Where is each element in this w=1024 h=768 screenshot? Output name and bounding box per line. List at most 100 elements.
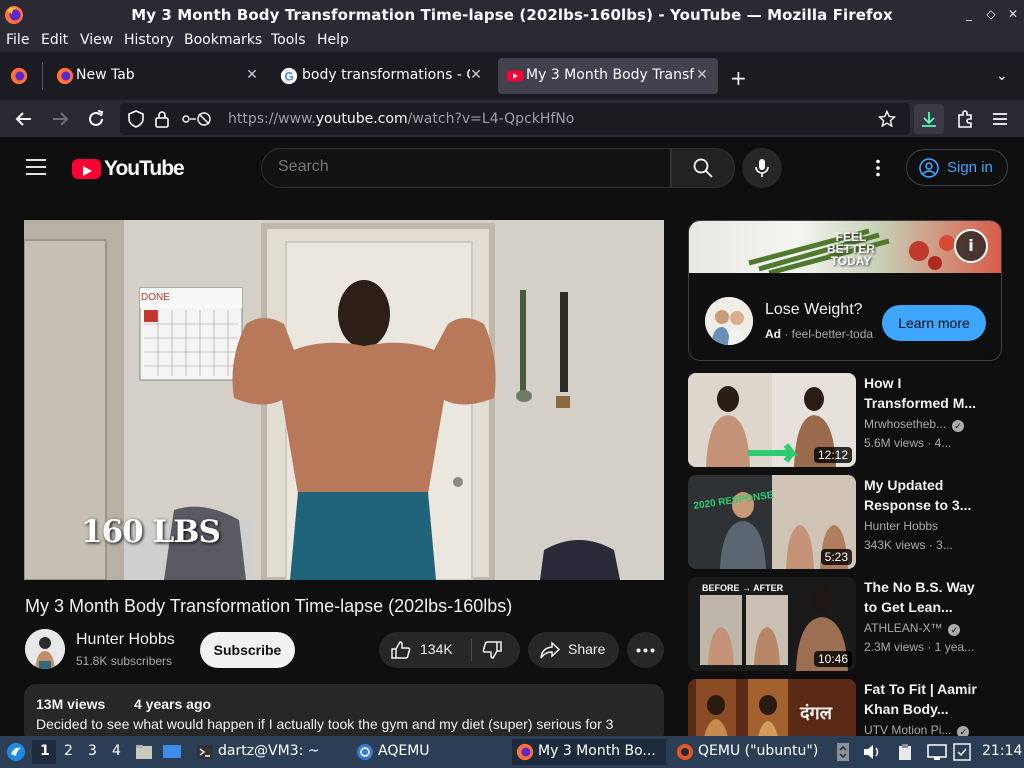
related-title[interactable]: My Updated Response to 3... [864,475,984,515]
related-channel[interactable]: Mrwhosetheb... ✓ [864,417,965,432]
ad-title[interactable]: Lose Weight? [765,301,863,319]
tab-label: New Tab [76,67,135,83]
learn-more-button[interactable]: Learn more [882,305,986,341]
description-text: Decided to see what would happen if I ac… [36,716,614,732]
extensions-puzzle-icon[interactable] [954,108,976,130]
task-terminal[interactable]: dartz@VM3: ~ [192,739,346,765]
navigation-bar: https://www.youtube.com/watch?v=L4-QpckH… [0,100,1024,138]
channel-name[interactable]: Hunter Hobbs [76,631,175,649]
related-video[interactable]: 2020 RESPONSE 5:23 My Updated Response to… [688,475,1008,569]
bookmark-star-icon[interactable] [878,110,896,128]
more-options-vertical-icon[interactable] [874,159,882,177]
firefox-view-icon[interactable] [10,67,28,85]
qemu-icon [677,744,693,760]
menu-view[interactable]: View [80,32,113,48]
view-count: 13M views [36,696,106,712]
related-channel-name: Mrwhosetheb... [864,417,947,431]
related-thumbnail[interactable]: BEFORE → AFTER 10:46 [688,577,856,671]
related-title[interactable]: How I Transformed M... [864,373,984,413]
microphone-icon [755,159,769,177]
search-input[interactable] [278,158,658,176]
related-video[interactable]: BEFORE → AFTER 10:46 The No B.S. Way to G… [688,577,1008,671]
ad-card[interactable]: FEEL BETTER TODAY i Lose Weight? Ad · fe… [688,220,1002,361]
subscribe-button[interactable]: Subscribe [200,632,295,668]
description-box[interactable]: 13M views 4 years ago Decided to see wha… [24,684,664,744]
search-box[interactable] [261,148,671,188]
subscriber-count: 51.8K subscribers [76,654,173,668]
related-title-line-2: Transformed M... [864,395,977,411]
voice-search-button[interactable] [742,148,782,188]
task-aqemu[interactable]: AQEMU [352,739,506,765]
search-button[interactable] [671,148,735,188]
network-icon[interactable] [926,743,948,761]
sign-in-button[interactable]: Sign in [906,149,1008,186]
related-channel[interactable]: Hunter Hobbs [864,519,938,533]
permissions-icon[interactable] [182,111,212,127]
ad-info-icon[interactable]: i [954,229,988,263]
close-tab-icon[interactable]: ✕ [468,67,484,83]
forward-arrow-icon[interactable] [49,108,71,130]
desktop-icon[interactable] [162,742,182,762]
menu-bar: File Edit View History Bookmarks Tools H… [0,30,1024,52]
video-duration: 5:23 [820,549,852,565]
url-bar[interactable]: https://www.youtube.com/watch?v=L4-QpckH… [120,103,910,135]
task-qemu[interactable]: QEMU ("ubuntu") [672,739,828,765]
close-window-button[interactable]: ✕ [1004,5,1022,23]
dislike-button[interactable] [472,632,520,668]
minimize-button[interactable]: _ [960,5,978,23]
like-button[interactable]: 134K [379,632,471,668]
shield-icon[interactable] [127,110,145,128]
tab-label: My 3 Month Body Transformation [526,67,694,83]
file-manager-icon[interactable] [134,742,154,762]
related-title[interactable]: The No B.S. Way to Get Lean... [864,577,984,617]
notification-icon[interactable] [952,742,972,762]
task-label: dartz@VM3: ~ [218,743,320,759]
like-dislike-group: 134K [379,632,520,668]
new-tab-plus-icon[interactable]: + [730,66,747,90]
close-tab-icon[interactable]: ✕ [244,67,260,83]
tab-youtube-video[interactable]: My 3 Month Body Transformation ✕ [498,58,718,94]
menu-help[interactable]: Help [317,32,349,48]
tab-label: body transformations - Google [302,67,470,83]
ad-banner-line-3: TODAY [830,254,872,268]
workspace-3[interactable]: 3 [88,743,97,759]
workspace-2[interactable]: 2 [64,743,73,759]
maximize-button[interactable]: ◇ [982,5,1000,23]
downloads-button[interactable] [914,104,944,134]
menu-file[interactable]: File [6,32,29,48]
more-actions-button[interactable] [627,632,664,668]
related-thumbnail[interactable]: 2020 RESPONSE 5:23 [688,475,856,569]
lock-icon[interactable] [154,110,170,128]
menu-tools[interactable]: Tools [271,32,306,48]
related-thumbnail[interactable]: 12:12 [688,373,856,467]
workspace-4[interactable]: 4 [112,743,121,759]
volume-icon[interactable] [862,743,882,761]
menu-bookmarks[interactable]: Bookmarks [184,32,262,48]
guide-menu-icon[interactable] [26,158,46,176]
svg-text:G: G [284,71,293,84]
hamburger-menu-icon[interactable] [989,108,1011,130]
task-firefox[interactable]: My 3 Month Bo... [512,739,666,765]
workspace-1[interactable]: 1 [40,743,50,759]
related-video[interactable]: 12:12 How I Transformed M... Mrwhosetheb.… [688,373,1008,467]
share-button[interactable]: Share [528,632,619,668]
list-all-tabs-chevron-icon[interactable]: ⌄ [996,68,1008,84]
tab-google-search[interactable]: G body transformations - Google ✕ [272,58,494,94]
start-menu-icon[interactable] [6,742,26,762]
youtube-header: YouTube Sign in [0,139,1024,197]
video-player[interactable]: DONE 160 LBS [24,220,664,580]
back-arrow-icon[interactable] [13,108,35,130]
youtube-logo-text: YouTube [104,157,185,180]
related-channel[interactable]: ATHLEAN-X™ ✓ [864,621,961,636]
related-title[interactable]: Fat To Fit | Aamir Khan Body... [864,679,984,719]
clock[interactable]: 21:14 [982,743,1022,759]
menu-history[interactable]: History [124,32,174,48]
tab-new-tab[interactable]: New Tab ✕ [48,58,270,94]
channel-avatar[interactable] [25,629,65,669]
reload-icon[interactable] [85,108,107,130]
scroll-indicator-icon[interactable] [836,742,850,762]
close-tab-icon[interactable]: ✕ [694,67,710,83]
clipboard-icon[interactable] [896,743,914,761]
verified-check-icon: ✓ [948,624,961,636]
menu-edit[interactable]: Edit [41,32,68,48]
